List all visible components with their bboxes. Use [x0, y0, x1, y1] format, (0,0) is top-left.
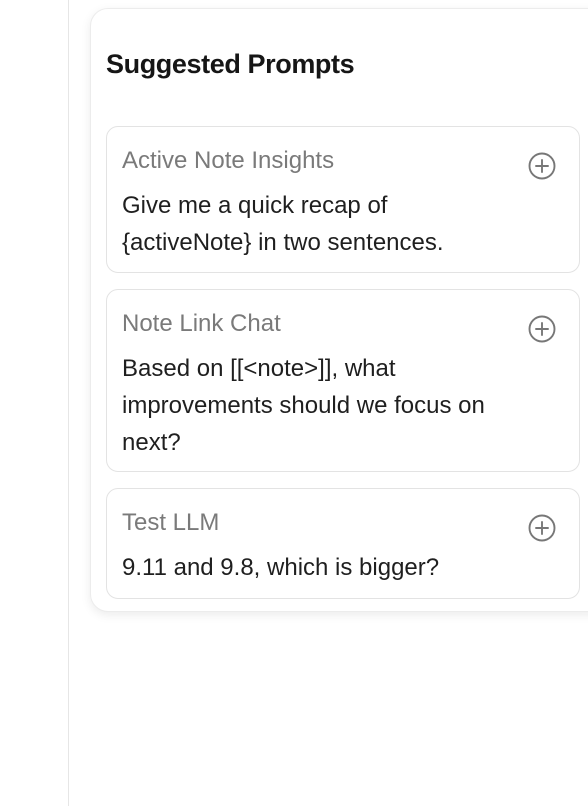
prompt-card-text: Based on [[<note>]], what improvements s…	[122, 355, 485, 456]
prompt-card-note-link-chat[interactable]: Note Link Chat Based on [[<note>]], what…	[106, 289, 580, 472]
prompt-card-text: 9.11 and 9.8, which is bigger?	[122, 554, 440, 581]
add-prompt-button[interactable]	[527, 314, 557, 344]
suggested-prompts-panel: Suggested Prompts Active Note Insights G…	[90, 8, 588, 612]
plus-circle-icon	[528, 514, 556, 542]
prompt-card-title: Note Link Chat	[122, 310, 281, 337]
prompt-card-title: Active Note Insights	[122, 147, 335, 174]
plus-circle-icon	[528, 315, 556, 343]
plus-circle-icon	[528, 152, 556, 180]
prompt-card-test-llm[interactable]: Test LLM 9.11 and 9.8, which is bigger?	[106, 488, 580, 599]
prompt-card-text: Give me a quick recap of {activeNote} in…	[122, 192, 444, 256]
prompt-card-active-note-insights[interactable]: Active Note Insights Give me a quick rec…	[106, 126, 580, 273]
panel-title: Suggested Prompts	[106, 49, 355, 79]
add-prompt-button[interactable]	[527, 151, 557, 181]
left-sidebar	[0, 0, 69, 806]
prompt-card-title: Test LLM	[122, 509, 220, 536]
add-prompt-button[interactable]	[527, 513, 557, 543]
